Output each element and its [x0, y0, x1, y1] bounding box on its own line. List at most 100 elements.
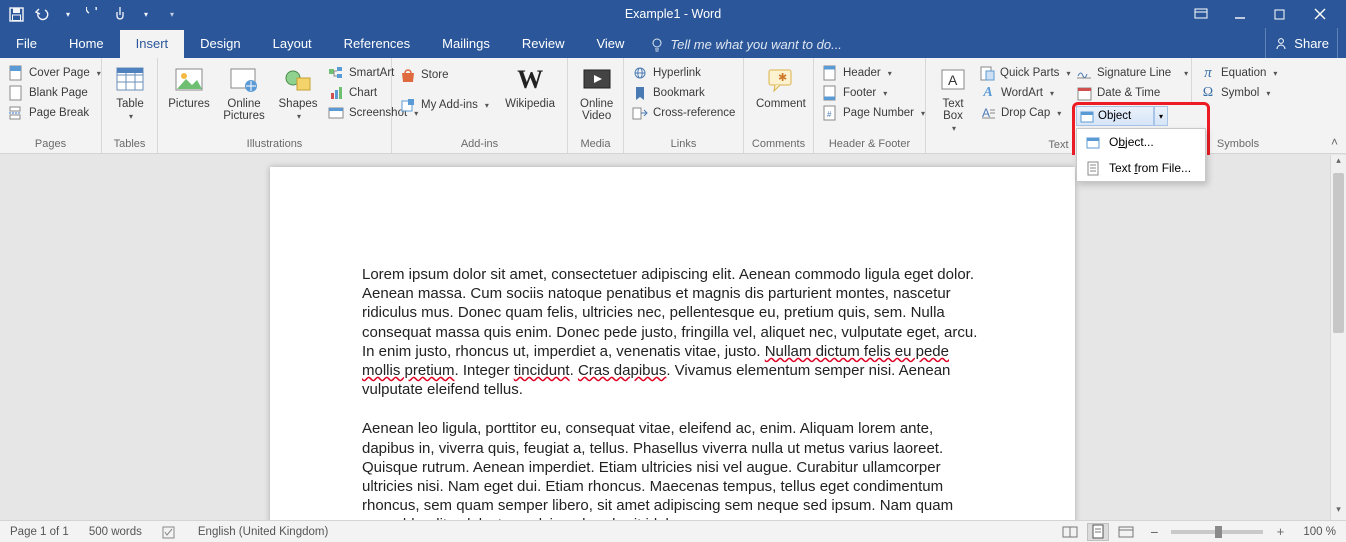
- caret-icon: ▾: [1271, 69, 1277, 78]
- object-menu-object[interactable]: Object...: [1077, 129, 1205, 155]
- view-print-layout[interactable]: [1087, 523, 1109, 541]
- paragraph-1: Lorem ipsum dolor sit amet, consectetuer…: [362, 265, 983, 399]
- table-button[interactable]: Table▾: [108, 62, 152, 125]
- caret-icon: ▾: [1048, 89, 1054, 98]
- pictures-icon: [173, 64, 205, 96]
- hyperlink-icon: [632, 65, 648, 81]
- tab-references[interactable]: References: [328, 30, 426, 58]
- view-web-layout[interactable]: [1115, 523, 1137, 541]
- object-menu-text-from-file[interactable]: Text from File...: [1077, 155, 1205, 181]
- online-pictures-button[interactable]: Online Pictures: [218, 62, 270, 124]
- paragraph-2: Aenean leo ligula, porttitor eu, consequ…: [362, 419, 983, 520]
- online-video-button[interactable]: Online Video: [574, 62, 619, 124]
- page-number-button[interactable]: #Page Number▾: [820, 104, 927, 122]
- header-button[interactable]: Header▾: [820, 64, 927, 82]
- save-icon[interactable]: [8, 6, 24, 22]
- zoom-level[interactable]: 100 %: [1297, 526, 1340, 538]
- caret-icon: ▾: [95, 69, 101, 78]
- bookmark-button[interactable]: Bookmark: [630, 84, 737, 102]
- group-links: Hyperlink Bookmark Cross-reference Links: [624, 58, 744, 153]
- window-buttons: [1194, 0, 1346, 28]
- group-label: Comments: [750, 136, 807, 151]
- status-page[interactable]: Page 1 of 1: [0, 526, 79, 538]
- cover-page-button[interactable]: Cover Page▾: [6, 64, 103, 82]
- zoom-slider[interactable]: [1171, 530, 1263, 534]
- cross-reference-icon: [632, 105, 648, 121]
- collapse-ribbon-icon[interactable]: ˄: [1331, 135, 1338, 149]
- equation-button[interactable]: πEquation▾: [1198, 64, 1279, 82]
- share-icon: [1274, 36, 1288, 50]
- status-words[interactable]: 500 words: [79, 526, 152, 538]
- undo-icon[interactable]: [34, 6, 50, 22]
- signature-line-button[interactable]: Signature Line▾: [1074, 64, 1190, 82]
- zoom-thumb[interactable]: [1215, 526, 1222, 538]
- view-read-mode[interactable]: [1059, 523, 1081, 541]
- tab-view[interactable]: View: [580, 30, 640, 58]
- zoom-in-button[interactable]: +: [1269, 523, 1291, 541]
- redo-icon[interactable]: [86, 6, 102, 22]
- online-pictures-icon: [228, 64, 260, 96]
- object-dropdown-arrow[interactable]: ▾: [1154, 106, 1168, 126]
- tell-me[interactable]: Tell me what you want to do...: [640, 31, 852, 58]
- group-pages: Cover Page▾ Blank Page Page Break Pages: [0, 58, 102, 153]
- scrollbar-thumb[interactable]: [1333, 173, 1344, 333]
- group-label: Media: [574, 136, 617, 151]
- quick-parts-button[interactable]: Quick Parts▾: [978, 64, 1070, 82]
- qat-customize-icon[interactable]: ▾: [164, 6, 180, 22]
- undo-more-icon[interactable]: ▾: [60, 6, 76, 22]
- status-proofing[interactable]: [152, 525, 188, 539]
- symbol-button[interactable]: ΩSymbol▾: [1198, 84, 1279, 102]
- tab-insert[interactable]: Insert: [120, 30, 185, 58]
- equation-icon: π: [1200, 65, 1216, 81]
- chart-icon: [328, 85, 344, 101]
- minimize-icon[interactable]: [1234, 8, 1252, 20]
- tab-home[interactable]: Home: [53, 30, 120, 58]
- caret-icon: ▾: [483, 101, 489, 110]
- drop-cap-icon: A: [980, 105, 996, 121]
- group-label: Header & Footer: [820, 136, 919, 151]
- footer-icon: [822, 85, 838, 101]
- drop-cap-button[interactable]: ADrop Cap▾: [978, 104, 1070, 122]
- shapes-button[interactable]: Shapes▾: [274, 62, 322, 125]
- smartart-icon: [328, 65, 344, 81]
- video-icon: [581, 64, 613, 96]
- store-button[interactable]: Store: [398, 66, 495, 84]
- object-icon: [1080, 110, 1094, 123]
- wordart-button[interactable]: AWordArt▾: [978, 84, 1070, 102]
- status-language[interactable]: English (United Kingdom): [188, 526, 338, 538]
- text-box-button[interactable]: A Text Box▾: [932, 62, 974, 137]
- close-icon[interactable]: [1314, 8, 1332, 20]
- touch-mode-icon[interactable]: [112, 6, 128, 22]
- screenshot-icon: [328, 105, 344, 121]
- my-addins-button[interactable]: My Add-ins▾: [398, 96, 495, 114]
- page-break-button[interactable]: Page Break: [6, 104, 103, 122]
- object-button[interactable]: Object: [1076, 106, 1154, 126]
- footer-button[interactable]: Footer▾: [820, 84, 927, 102]
- zoom-out-button[interactable]: −: [1143, 523, 1165, 541]
- share-button[interactable]: Share: [1265, 28, 1338, 58]
- vertical-scrollbar[interactable]: ▴ ▾: [1330, 155, 1346, 520]
- blank-page-button[interactable]: Blank Page: [6, 84, 103, 102]
- tell-me-text: Tell me what you want to do...: [670, 37, 842, 52]
- hyperlink-button[interactable]: Hyperlink: [630, 64, 737, 82]
- scroll-down-icon[interactable]: ▾: [1331, 504, 1346, 520]
- tab-layout[interactable]: Layout: [257, 30, 328, 58]
- wikipedia-button[interactable]: W Wikipedia: [499, 62, 561, 112]
- comment-icon: ✱: [765, 64, 797, 96]
- ribbon-options-icon[interactable]: [1194, 8, 1212, 20]
- comment-button[interactable]: ✱ Comment: [750, 62, 812, 112]
- wordart-icon: A: [980, 85, 996, 101]
- tab-design[interactable]: Design: [184, 30, 256, 58]
- scroll-up-icon[interactable]: ▴: [1331, 155, 1346, 171]
- date-time-button[interactable]: Date & Time: [1074, 84, 1190, 102]
- cross-reference-button[interactable]: Cross-reference: [630, 104, 737, 122]
- svg-text:A: A: [948, 72, 958, 88]
- tab-review[interactable]: Review: [506, 30, 581, 58]
- maximize-icon[interactable]: [1274, 8, 1292, 20]
- tab-mailings[interactable]: Mailings: [426, 30, 506, 58]
- touch-more-icon[interactable]: ▾: [138, 6, 154, 22]
- tab-file[interactable]: File: [0, 30, 53, 58]
- group-comments: ✱ Comment Comments: [744, 58, 814, 153]
- document-page[interactable]: Lorem ipsum dolor sit amet, consectetuer…: [270, 167, 1075, 520]
- pictures-button[interactable]: Pictures: [164, 62, 214, 112]
